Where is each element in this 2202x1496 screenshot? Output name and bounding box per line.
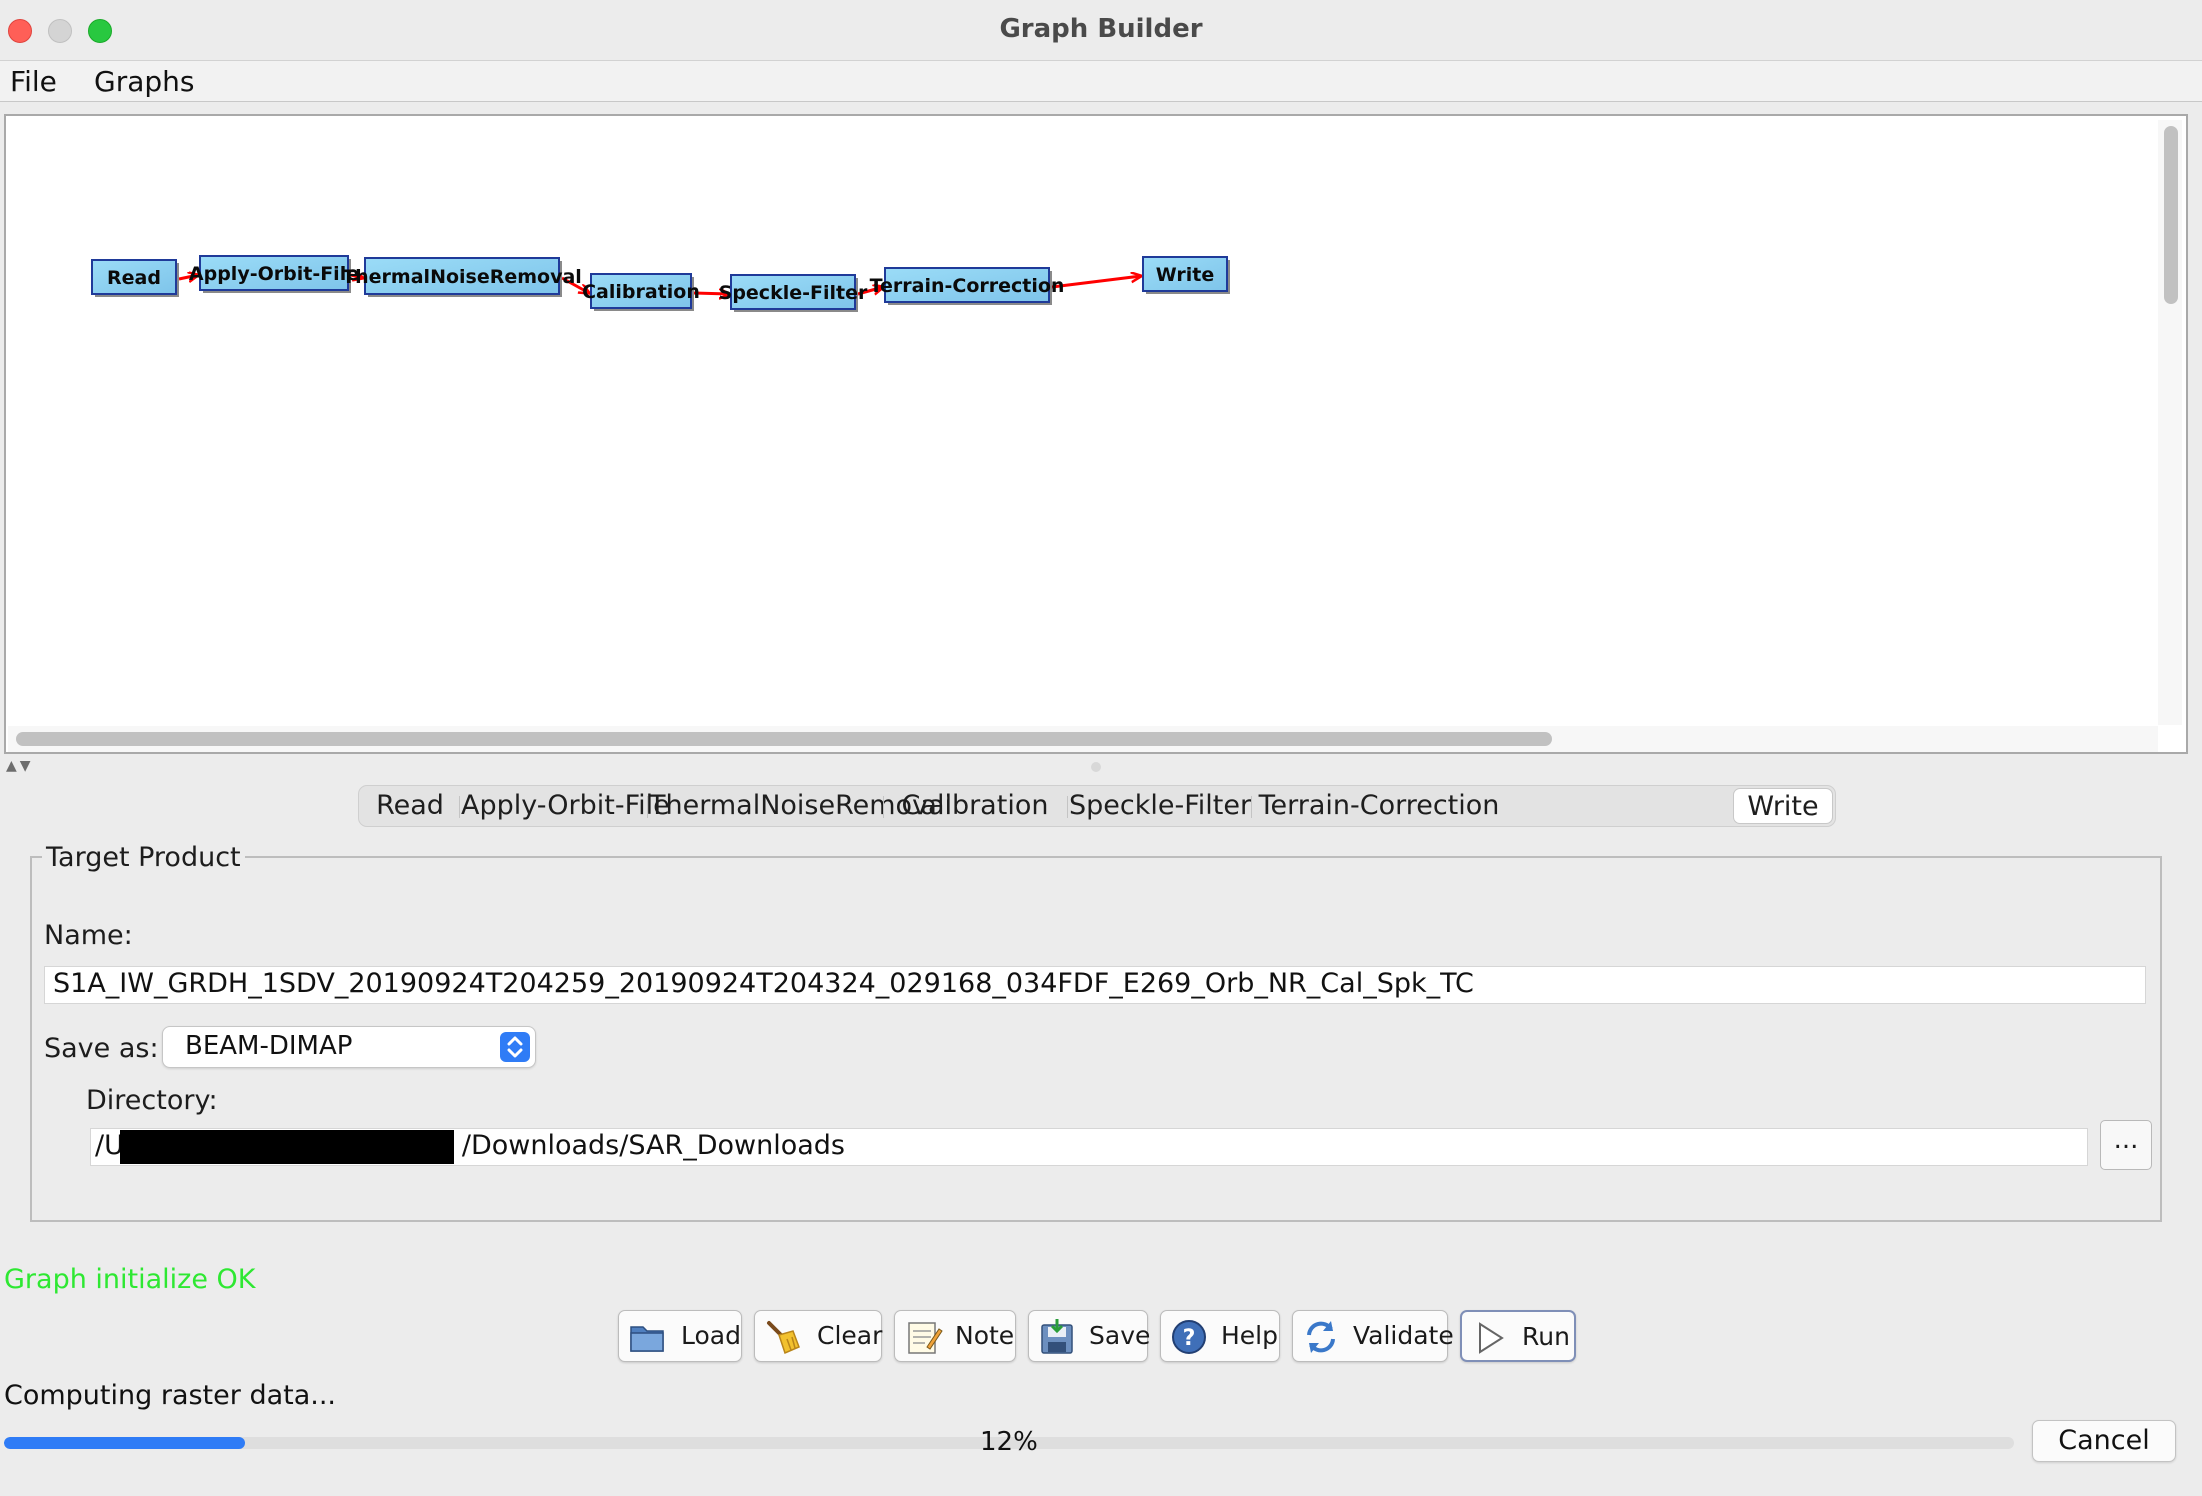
graph-node-thermalnoiseremoval[interactable]: ThermalNoiseRemoval	[342, 257, 582, 297]
title-bar: Graph Builder	[0, 0, 2202, 61]
graph-node-label: ThermalNoiseRemoval	[342, 266, 582, 288]
progress-label: Computing raster data...	[4, 1380, 337, 1411]
name-label: Name:	[44, 920, 133, 951]
graph-diagram: Read Apply-Orbit-FileThermalNoiseRemovalC…	[91, 255, 1230, 312]
graph-node-label: Calibration	[582, 281, 700, 303]
progress-percent: 12%	[980, 1427, 1038, 1457]
graph-node-label: Write	[1156, 264, 1214, 286]
graph-node-apply-orbit-file[interactable]: Apply-Orbit-File	[189, 255, 359, 293]
broom-icon	[767, 1321, 800, 1355]
operator-tabs: Read Apply-Orbit-File ThermalNoiseRemova…	[358, 785, 1836, 827]
refresh-icon	[1307, 1321, 1335, 1353]
svg-text:?: ?	[1183, 1326, 1196, 1351]
graph-node-label: Terrain-Correction	[870, 275, 1065, 297]
target-product-title: Target Product	[42, 842, 245, 873]
tab-calibration[interactable]: Calibration	[885, 790, 1065, 822]
redaction-box	[120, 1130, 454, 1164]
canvas-horizontal-scroll-thumb[interactable]	[16, 732, 1552, 746]
play-icon	[1479, 1322, 1504, 1354]
graph-node-label: Apply-Orbit-File	[189, 263, 359, 285]
directory-suffix: /Downloads/SAR_Downloads	[461, 1130, 845, 1161]
status-message: Graph initialize OK	[4, 1264, 256, 1295]
tab-apply-orbit-file[interactable]: Apply-Orbit-File	[461, 790, 670, 822]
menu-graphs[interactable]: Graphs	[94, 65, 194, 98]
menu-file[interactable]: File	[10, 65, 57, 98]
clear-button[interactable]: Clear	[754, 1310, 882, 1362]
validate-button[interactable]: Validate	[1292, 1310, 1454, 1362]
directory-label: Directory:	[86, 1085, 218, 1116]
select-up-down-icon	[500, 1032, 530, 1062]
graph-node-calibration[interactable]: Calibration	[582, 273, 700, 311]
graph-node-speckle-filter[interactable]: Speckle-Filter	[719, 274, 868, 312]
tab-thermal-noise-removal[interactable]: ThermalNoiseRemoval	[649, 790, 952, 822]
help-question-icon: ?	[1172, 1320, 1206, 1354]
save-as-format-value: BEAM-DIMAP	[185, 1031, 353, 1061]
save-disk-icon	[1041, 1319, 1073, 1354]
progress-bar-fill	[4, 1437, 246, 1449]
splitter-handle[interactable]	[1091, 762, 1101, 772]
splitter-arrows-icon[interactable]: ▲▼	[6, 758, 34, 774]
canvas-vertical-scroll-thumb[interactable]	[2164, 126, 2178, 304]
menu-bar: File Graphs	[0, 61, 2202, 102]
help-button[interactable]: ? Help	[1160, 1310, 1280, 1362]
graph-node-write[interactable]: Write	[1142, 256, 1230, 294]
tab-terrain-correction[interactable]: Terrain-Correction	[1253, 790, 1505, 822]
window-title: Graph Builder	[999, 14, 1203, 44]
graph-canvas[interactable]: Read Apply-Orbit-File ThermalNoiseRemoval C…	[4, 114, 2188, 754]
notepad-icon	[908, 1322, 943, 1354]
save-button[interactable]: Save	[1028, 1310, 1150, 1362]
note-button[interactable]: Note	[894, 1310, 1016, 1362]
graph-node-read[interactable]: Read	[91, 259, 179, 297]
target-name-field[interactable]: S1A_IW_GRDH_1SDV_20190924T204259_2019092…	[44, 966, 2146, 1004]
tab-write[interactable]: Write	[1733, 788, 1833, 824]
graph-edge	[1051, 276, 1141, 289]
tab-speckle-filter[interactable]: Speckle-Filter	[1069, 790, 1251, 822]
cancel-button[interactable]: Cancel	[2032, 1420, 2176, 1462]
tab-read[interactable]: Read	[363, 790, 457, 822]
graph-node-label: Speckle-Filter	[719, 282, 868, 304]
run-button[interactable]: Run	[1460, 1310, 1576, 1362]
browse-directory-button[interactable]: ...	[2100, 1120, 2152, 1170]
graph-node-label: Read	[107, 267, 161, 289]
folder-icon	[630, 1326, 664, 1352]
graph-node-terrain-correction[interactable]: Terrain-Correction	[870, 267, 1065, 305]
save-as-label: Save as:	[44, 1033, 159, 1064]
load-button[interactable]: Load	[618, 1310, 742, 1362]
